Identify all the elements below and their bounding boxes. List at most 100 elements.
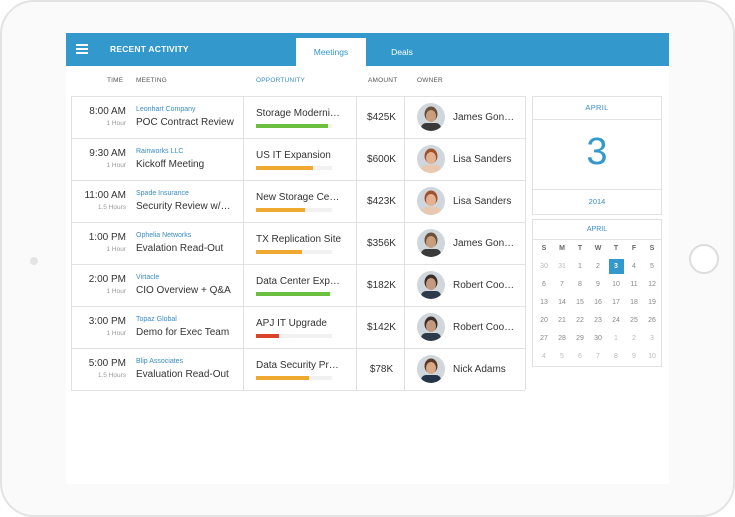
- calendar-day[interactable]: 13: [535, 294, 553, 312]
- hamburger-menu-icon[interactable]: [76, 44, 88, 54]
- owner-name: James Gon…: [453, 238, 515, 249]
- calendar-day[interactable]: 10: [607, 276, 625, 294]
- column-header-opportunity[interactable]: OPPORTUNITY: [256, 77, 305, 84]
- owner-name: Robert Coo…: [453, 280, 515, 291]
- column-header-time[interactable]: TIME: [107, 77, 123, 84]
- progress-bar: [256, 292, 330, 296]
- calendar-day[interactable]: 22: [571, 312, 589, 330]
- calendar-day[interactable]: 29: [571, 330, 589, 348]
- calendar-day[interactable]: 28: [553, 330, 571, 348]
- calendar-day[interactable]: 8: [607, 348, 625, 366]
- table-row[interactable]: 11:00 AM 1.5 Hours Spade Insurance Security…: [71, 181, 525, 223]
- column-header-owner[interactable]: OWNER: [417, 77, 443, 84]
- calendar-day[interactable]: 21: [553, 312, 571, 330]
- calendar-day[interactable]: 23: [589, 312, 607, 330]
- column-header-meeting[interactable]: MEETING: [136, 77, 167, 84]
- company-link[interactable]: Spade Insurance: [136, 190, 189, 197]
- meeting-title: Evaluation Read-Out: [136, 369, 229, 380]
- tab-deals[interactable]: Deals: [366, 38, 438, 66]
- calendar-day[interactable]: 26: [643, 312, 661, 330]
- meeting-duration: 1.5 Hours: [97, 372, 126, 379]
- company-link[interactable]: Blip Associates: [136, 358, 183, 365]
- calendar-day[interactable]: 27: [535, 330, 553, 348]
- owner-name: Lisa Sanders: [453, 196, 512, 207]
- meeting-duration: 1 Hour: [106, 162, 126, 169]
- calendar-day-number: 13: [540, 299, 548, 306]
- weekday-label: W: [594, 245, 602, 252]
- tab-meetings[interactable]: Meetings: [296, 38, 366, 66]
- calendar-day-number: 8: [578, 281, 582, 288]
- calendar-day[interactable]: 19: [643, 294, 661, 312]
- top-bar: RECENT ACTIVITY Meetings Deals: [66, 33, 669, 66]
- calendar-day[interactable]: 30: [535, 258, 553, 276]
- calendar-day[interactable]: 14: [553, 294, 571, 312]
- calendar-day[interactable]: 18: [625, 294, 643, 312]
- calendar-day[interactable]: 1: [571, 258, 589, 276]
- calendar-day[interactable]: 4: [535, 348, 553, 366]
- calendar-day-number: 30: [594, 335, 602, 342]
- date-card-day: 3: [586, 131, 608, 173]
- meeting-title: CIO Overview + Q&A: [136, 285, 231, 296]
- calendar-day[interactable]: 10: [643, 348, 661, 366]
- table-row[interactable]: 5:00 PM 1.5 Hours Blip Associates Evaluatio…: [71, 349, 525, 391]
- calendar-day[interactable]: 8: [571, 276, 589, 294]
- company-link[interactable]: Virtacle: [136, 274, 159, 281]
- meeting-duration: 1 Hour: [106, 288, 126, 295]
- meeting-time: 1:00 PM: [88, 232, 126, 243]
- company-link[interactable]: Leonhart Company: [136, 106, 196, 113]
- calendar-day[interactable]: 5: [553, 348, 571, 366]
- calendar-day[interactable]: 31: [553, 258, 571, 276]
- calendar-day[interactable]: 6: [535, 276, 553, 294]
- calendar-day[interactable]: 15: [571, 294, 589, 312]
- opportunity-name: Storage Moderni…: [256, 108, 340, 119]
- company-link[interactable]: Rainworks LLC: [136, 148, 183, 155]
- calendar-day[interactable]: 2: [625, 330, 643, 348]
- column-header-amount[interactable]: AMOUNT: [368, 77, 397, 84]
- calendar-day[interactable]: 9: [589, 276, 607, 294]
- calendar-day[interactable]: 16: [589, 294, 607, 312]
- calendar-day[interactable]: 5: [643, 258, 661, 276]
- opportunity-name: Data Center Exp…: [256, 276, 340, 287]
- avatar: [417, 229, 445, 257]
- calendar-day-number: 29: [576, 335, 584, 342]
- company-link[interactable]: Ophelia Networks: [136, 232, 191, 239]
- calendar-day[interactable]: 3: [607, 258, 625, 276]
- table-row[interactable]: 2:00 PM 1 Hour Virtacle CIO Overview + Q&A D…: [71, 265, 525, 307]
- calendar-day-number: 8: [614, 353, 618, 360]
- calendar-day[interactable]: 25: [625, 312, 643, 330]
- table-row[interactable]: 3:00 PM 1 Hour Topaz Global Demo for Exec T…: [71, 307, 525, 349]
- calendar-day[interactable]: 2: [589, 258, 607, 276]
- calendar-day[interactable]: 30: [589, 330, 607, 348]
- calendar-day-number: 10: [648, 353, 656, 360]
- meeting-title: Kickoff Meeting: [136, 159, 205, 170]
- calendar-day-number: 9: [632, 353, 636, 360]
- progress-bar: [256, 376, 309, 380]
- calendar-day-number: 17: [612, 299, 620, 306]
- calendar-day-number: 31: [558, 263, 566, 270]
- calendar-day[interactable]: 1: [607, 330, 625, 348]
- table-row[interactable]: 9:30 AM 1 Hour Rainworks LLC Kickoff Meetin…: [71, 139, 525, 181]
- calendar-day[interactable]: 3: [643, 330, 661, 348]
- calendar-day[interactable]: 11: [625, 276, 643, 294]
- meeting-time: 3:00 PM: [88, 316, 126, 327]
- calendar-day[interactable]: 7: [589, 348, 607, 366]
- avatar: [417, 145, 445, 173]
- opportunity-name: Data Security Pr…: [256, 360, 339, 371]
- opportunity-name: TX Replication Site: [256, 234, 342, 245]
- calendar-day[interactable]: 9: [625, 348, 643, 366]
- meeting-time: 2:00 PM: [88, 274, 126, 285]
- calendar-day[interactable]: 7: [553, 276, 571, 294]
- calendar-day[interactable]: 4: [625, 258, 643, 276]
- calendar-day[interactable]: 17: [607, 294, 625, 312]
- table-row[interactable]: 1:00 PM 1 Hour Ophelia Networks Evalation R…: [71, 223, 525, 265]
- calendar-day[interactable]: 12: [643, 276, 661, 294]
- calendar-day[interactable]: 20: [535, 312, 553, 330]
- calendar-day-number: 4: [632, 263, 636, 270]
- avatar: [417, 103, 445, 131]
- company-link[interactable]: Topaz Global: [136, 316, 177, 323]
- weekday-label: T: [577, 245, 583, 252]
- home-button[interactable]: [689, 244, 719, 274]
- calendar-day[interactable]: 24: [607, 312, 625, 330]
- table-row[interactable]: 8:00 AM 1 Hour Leonhart Company POC Contrac…: [71, 97, 525, 139]
- calendar-day[interactable]: 6: [571, 348, 589, 366]
